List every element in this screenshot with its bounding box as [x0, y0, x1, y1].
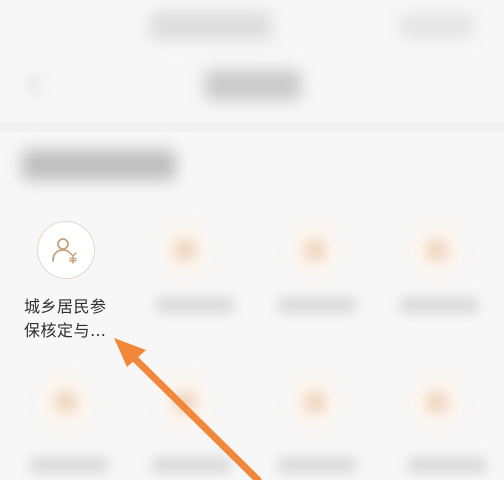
annotation-arrow: [114, 338, 262, 480]
screen: 城乡居民参 保核定与…: [0, 0, 504, 480]
